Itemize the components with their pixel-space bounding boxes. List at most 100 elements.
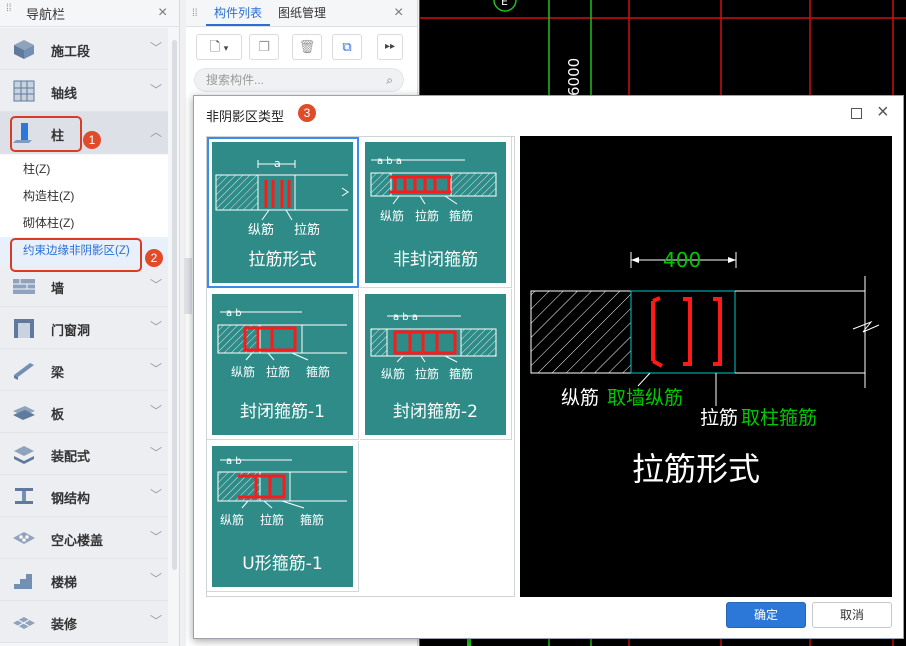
step-badge-2: 2: [145, 249, 163, 267]
beam-icon: [14, 363, 34, 380]
ok-button[interactable]: 确定: [726, 602, 806, 628]
type-grid: a 纵筋 拉筋 拉筋形式 a b a 纵筋 拉筋 箍筋 非封闭箍筋 a b 纵筋…: [206, 136, 515, 597]
slab-icon: [13, 406, 35, 420]
preview-diagram: 400 纵筋 取墙纵筋 拉筋 取柱箍筋 拉筋形式: [530, 248, 880, 488]
label-tie-bar: 拉筋: [294, 222, 320, 238]
side-collapse-handle[interactable]: [184, 258, 192, 314]
maximize-icon[interactable]: [851, 108, 862, 119]
highlight-box-column: [10, 116, 82, 152]
cancel-button[interactable]: 取消: [812, 602, 892, 628]
dimension-label: a b: [226, 308, 242, 319]
chevron-down-icon[interactable]: ﹀: [150, 318, 162, 335]
nav-item-construction-section[interactable]: 施工段 ﹀: [0, 28, 168, 70]
layer-copy-button[interactable]: ⧉: [332, 34, 362, 60]
card-thumbnail: a b 纵筋 拉筋 箍筋 封闭箍筋-1: [212, 294, 353, 435]
chevron-down-icon[interactable]: ﹀: [150, 402, 162, 419]
close-icon[interactable]: ×: [158, 4, 167, 22]
nav-item-label: 板: [51, 407, 65, 422]
chevron-up-icon[interactable]: ︿: [150, 123, 162, 140]
sub-item-masonry-column[interactable]: 砌体柱(Z): [0, 209, 168, 237]
copy-button[interactable]: ❐: [249, 34, 279, 60]
label-tie-bar: 拉筋: [266, 364, 290, 379]
chevron-down-icon[interactable]: ﹀: [150, 486, 162, 503]
label-longitudinal-bar: 纵筋: [220, 512, 244, 527]
step-badge-1: 1: [83, 131, 101, 149]
preview-dimension: 400: [663, 248, 701, 272]
search-input[interactable]: 搜索构件... ⌕: [194, 68, 404, 92]
close-icon[interactable]: ×: [877, 101, 889, 124]
close-icon[interactable]: ×: [394, 4, 403, 22]
chevron-down-icon[interactable]: ﹀: [150, 528, 162, 545]
cube-icon: [14, 40, 34, 59]
expand-toolbar-button[interactable]: ▸▸: [377, 34, 403, 60]
dimension-label: a b a: [393, 312, 418, 323]
nav-item-beam[interactable]: 梁 ﹀: [0, 349, 168, 391]
search-icon[interactable]: ⌕: [386, 69, 393, 91]
chevron-down-icon[interactable]: ﹀: [150, 444, 162, 461]
chevron-down-icon[interactable]: ﹀: [150, 39, 162, 56]
label-longitudinal-bar: 纵筋: [381, 366, 405, 381]
card-thumbnail: a b a 纵筋 拉筋 箍筋 封闭箍筋-2: [365, 294, 506, 435]
nav-item-door-window[interactable]: 门窗洞 ﹀: [0, 307, 168, 349]
steel-icon: [15, 488, 33, 504]
preview-label-take-wall-longitudinal: 取墙纵筋: [607, 387, 683, 409]
nav-item-axis[interactable]: 轴线 ﹀: [0, 70, 168, 112]
dimension-label: a: [274, 157, 281, 170]
step-badge-3: 3: [298, 104, 316, 122]
scrollbar[interactable]: [172, 40, 177, 570]
new-component-button[interactable]: 🗋 ▾: [196, 34, 242, 60]
label-tie-bar: 拉筋: [415, 208, 439, 223]
panel-tabs: ⁞⁞ 构件列表 图纸管理 ×: [186, 0, 417, 27]
nav-item-label: 装修: [51, 617, 78, 632]
delete-button[interactable]: 🗑: [292, 34, 322, 60]
copy-icon: ❐: [258, 39, 270, 54]
type-card-closed-stirrup-2[interactable]: a b a 纵筋 拉筋 箍筋 封闭箍筋-2: [360, 289, 512, 440]
chevron-down-icon[interactable]: ﹀: [150, 276, 162, 293]
sub-item-column[interactable]: 柱(Z): [0, 155, 168, 183]
navigation-panel: ⁞⁞ 导航栏 × 施工段 ﹀ 轴线 ﹀ 柱 ︿ 柱(Z) 构造柱(Z) 砌体柱(…: [0, 0, 180, 646]
preview-label-take-column-stirrup: 取柱箍筋: [741, 407, 817, 429]
label-stirrup: 箍筋: [306, 364, 330, 379]
decoration-icon: [13, 617, 35, 629]
tab-component-list[interactable]: 构件列表: [206, 0, 271, 26]
preview-panel: 400 纵筋 取墙纵筋 拉筋 取柱箍筋 拉筋形式: [520, 136, 892, 597]
type-card-tie-bar[interactable]: a 纵筋 拉筋 拉筋形式: [207, 137, 359, 288]
nav-item-decoration[interactable]: 装修 ﹀: [0, 601, 168, 643]
preview-label-tie: 拉筋: [700, 407, 738, 429]
nav-item-label: 钢结构: [51, 491, 91, 506]
card-caption: 非封闭箍筋: [393, 250, 478, 270]
tab-drawing-management[interactable]: 图纸管理: [270, 0, 334, 26]
label-longitudinal-bar: 纵筋: [248, 222, 274, 238]
label-stirrup: 箍筋: [449, 366, 473, 381]
hollow-floor-icon: [13, 532, 35, 544]
dimension-6000: 6000: [565, 58, 583, 96]
chevron-down-icon[interactable]: ﹀: [150, 360, 162, 377]
label-tie-bar: 拉筋: [260, 512, 284, 527]
drag-handle-icon[interactable]: ⁞⁞: [192, 8, 202, 18]
preview-label-longitudinal: 纵筋: [561, 387, 599, 409]
type-card-u-stirrup-1[interactable]: a b 纵筋 拉筋 箍筋 U形箍筋-1: [207, 441, 359, 592]
chevron-down-icon[interactable]: ﹀: [150, 612, 162, 629]
nav-item-label: 施工段: [51, 44, 91, 59]
chevron-down-icon[interactable]: ﹀: [150, 570, 162, 587]
nav-item-slab[interactable]: 板 ﹀: [0, 391, 168, 433]
nav-item-steel-structure[interactable]: 钢结构 ﹀: [0, 475, 168, 517]
preview-caption: 拉筋形式: [632, 450, 760, 488]
nav-item-prefab[interactable]: 装配式 ﹀: [0, 433, 168, 475]
door-window-icon: [14, 319, 34, 338]
nav-item-label: 装配式: [51, 449, 91, 464]
nav-item-stairs[interactable]: 楼梯 ﹀: [0, 559, 168, 601]
grid-icon: [13, 80, 35, 102]
type-card-closed-stirrup-1[interactable]: a b 纵筋 拉筋 箍筋 封闭箍筋-1: [207, 289, 359, 440]
type-card-open-stirrup[interactable]: a b a 纵筋 拉筋 箍筋 非封闭箍筋: [360, 137, 512, 288]
sub-item-structural-column[interactable]: 构造柱(Z): [0, 182, 168, 210]
dialog-title: 非阴影区类型: [206, 109, 285, 124]
chevron-down-icon[interactable]: ﹀: [150, 81, 162, 98]
new-file-icon: 🗋: [209, 39, 221, 54]
card-caption: U形箍筋-1: [242, 554, 323, 574]
card-caption: 封闭箍筋-1: [240, 402, 325, 422]
nav-item-hollow-floor[interactable]: 空心楼盖 ﹀: [0, 517, 168, 559]
drag-handle-icon[interactable]: ⁞⁞: [6, 4, 16, 20]
double-chevron-right-icon: ▸▸: [384, 41, 396, 52]
dialog-header: 非阴影区类型 3 ×: [194, 96, 903, 132]
